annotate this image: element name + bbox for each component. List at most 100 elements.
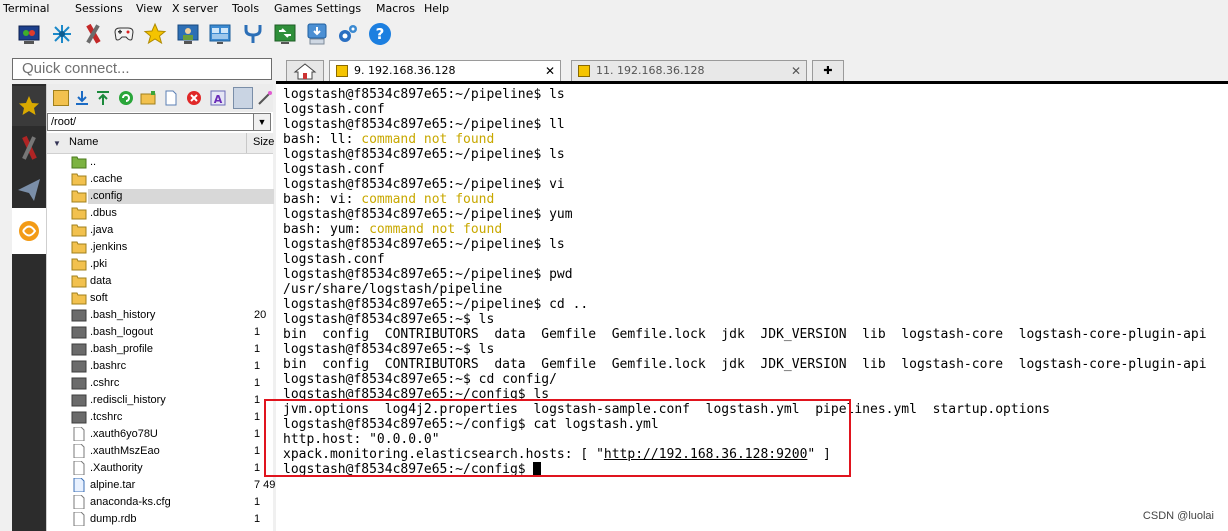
new-tab-button[interactable]: ✚ — [812, 60, 844, 82]
file-row[interactable]: dump.rdb 1 — [47, 511, 273, 528]
terminal-text: logstash@f8534c897e65:~/pipeline$ ls — [283, 147, 565, 162]
favorites-icon[interactable] — [143, 22, 167, 46]
file-row[interactable]: .tcshrc 1 — [47, 409, 273, 426]
file-row[interactable]: .dbus — [47, 205, 273, 222]
rename-icon[interactable]: A — [210, 90, 226, 106]
column-name[interactable]: Name — [69, 136, 98, 148]
menu-games[interactable]: Games — [274, 2, 312, 15]
upload-icon[interactable] — [95, 90, 111, 106]
terminal-text: bash: ll: — [283, 132, 362, 147]
refresh-icon[interactable] — [118, 90, 134, 106]
terminal-line: logstash.conf — [283, 162, 385, 177]
terminal-line: bin config CONTRIBUTORS data Gemfile Gem… — [283, 357, 1207, 372]
file-row[interactable]: .pki — [47, 256, 273, 273]
menu-x-server[interactable]: X server — [172, 2, 218, 15]
file-row[interactable]: .bash_history 20 — [47, 307, 273, 324]
sessions-icon[interactable] — [176, 22, 200, 46]
file-row[interactable]: alpine.tar 7 49 — [47, 477, 275, 494]
file-row[interactable]: data — [47, 273, 273, 290]
sidebar-item-macros[interactable] — [12, 170, 46, 210]
terminal-text: logstash@f8534c897e65:~/pipeline$ pwd — [283, 267, 573, 282]
send-icon — [18, 179, 40, 201]
menu-settings[interactable]: Settings — [316, 2, 361, 15]
column-size[interactable]: Size — [253, 136, 274, 148]
file-name: .Xauthority — [90, 462, 143, 474]
parent-folder-icon — [71, 155, 87, 169]
file-name: .bash_profile — [90, 343, 153, 355]
file-row[interactable]: .java — [47, 222, 273, 239]
file-icon — [71, 410, 87, 424]
file-row[interactable]: .xauth6yo78U 1 — [47, 426, 273, 443]
terminal-text: logstash@f8534c897e65:~/pipeline$ vi — [283, 177, 565, 192]
quick-connect-input[interactable]: Quick connect... — [12, 58, 272, 80]
menu-macros[interactable]: Macros — [376, 2, 415, 15]
sidebar-item-tools[interactable] — [12, 128, 46, 168]
tab-session-11[interactable]: 11. 192.168.36.128 ✕ — [571, 60, 807, 82]
file-row[interactable]: .jenkins — [47, 239, 273, 256]
file-row[interactable]: .config — [47, 188, 274, 205]
terminal-text: logstash.conf — [283, 162, 385, 177]
file-row[interactable]: anaconda-ks.cfg 1 — [47, 494, 273, 511]
terminal-line: logstash@f8534c897e65:~/config$ ls — [283, 387, 549, 402]
file-row[interactable]: .bash_logout 1 — [47, 324, 273, 341]
file-row[interactable]: .. — [47, 154, 273, 171]
games-icon[interactable] — [112, 22, 136, 46]
terminal-line: logstash@f8534c897e65:~/pipeline$ ls — [283, 87, 565, 102]
file-name: .rediscli_history — [90, 394, 166, 406]
menu-tools[interactable]: Tools — [232, 2, 259, 15]
menu-help[interactable]: Help — [424, 2, 449, 15]
menu-view[interactable]: View — [136, 2, 162, 15]
new-folder-icon[interactable] — [140, 90, 156, 106]
tab-session-9[interactable]: 9. 192.168.36.128 ✕ — [329, 60, 561, 82]
view-icon[interactable] — [208, 22, 232, 46]
delete-icon[interactable] — [186, 90, 202, 106]
terminal-line: logstash@f8534c897e65:~/pipeline$ pwd — [283, 267, 573, 282]
follow-terminal-icon[interactable] — [233, 87, 253, 109]
svg-text:A: A — [214, 93, 223, 106]
sidebar-item-sftp[interactable] — [12, 208, 46, 254]
new-file-icon[interactable] — [163, 90, 179, 106]
file-name: .cshrc — [90, 377, 120, 389]
terminal-text: logstash@f8534c897e65:~$ cd config/ — [283, 372, 557, 387]
file-row[interactable]: .Xauthority 1 — [47, 460, 273, 477]
servers-icon[interactable] — [50, 22, 74, 46]
path-input[interactable]: /root/ ▼ — [47, 113, 271, 131]
terminal-text: logstash.conf — [283, 102, 385, 117]
help-icon[interactable]: ? — [368, 22, 392, 46]
close-icon[interactable]: ✕ — [545, 61, 555, 81]
file-size: 1 — [254, 462, 261, 474]
terminal-line: bin config CONTRIBUTORS data Gemfile Gem… — [283, 327, 1207, 342]
close-icon[interactable]: ✕ — [791, 61, 801, 81]
file-row[interactable]: .bash_profile 1 — [47, 341, 273, 358]
multiexec-icon[interactable] — [273, 22, 297, 46]
chevron-down-icon[interactable]: ▼ — [253, 114, 270, 130]
file-row[interactable]: .rediscli_history 1 — [47, 392, 273, 409]
tab-home[interactable] — [286, 60, 324, 82]
session-icon[interactable] — [17, 22, 41, 46]
magic-wand-icon[interactable] — [257, 90, 273, 106]
terminal-area[interactable]: logstash@f8534c897e65:~/pipeline$ ls logs… — [276, 84, 1228, 531]
file-row[interactable]: .bashrc 1 — [47, 358, 273, 375]
url-link[interactable]: http://192.168.36.128:9200 — [604, 447, 808, 462]
folder-icon — [71, 240, 87, 254]
menu-sessions[interactable]: Sessions — [75, 2, 123, 15]
terminal-text: logstash@f8534c897e65:~/pipeline$ ll — [283, 117, 565, 132]
terminal-text: logstash@f8534c897e65:~/config$ — [283, 462, 534, 477]
file-row[interactable]: .xauthMszEao 1 — [47, 443, 273, 460]
settings-icon[interactable] — [336, 22, 360, 46]
terminal-text: logstash@f8534c897e65:~/pipeline$ cd .. — [283, 297, 589, 312]
menu-terminal[interactable]: Terminal — [3, 2, 50, 15]
sidebar-item-sessions[interactable] — [12, 86, 46, 126]
file-size: 1 — [254, 445, 261, 457]
tunneling-icon[interactable] — [305, 22, 329, 46]
file-row[interactable]: .cache — [47, 171, 273, 188]
download-icon[interactable] — [74, 90, 90, 106]
file-row[interactable]: .cshrc 1 — [47, 375, 273, 392]
tools-icon[interactable] — [81, 22, 105, 46]
file-size: 1 — [254, 411, 261, 423]
file-row[interactable]: soft — [47, 290, 273, 307]
split-icon[interactable] — [241, 22, 265, 46]
file-icon — [71, 359, 87, 373]
folder-up-icon[interactable] — [53, 90, 69, 106]
terminal-line: /usr/share/logstash/pipeline — [283, 282, 502, 297]
